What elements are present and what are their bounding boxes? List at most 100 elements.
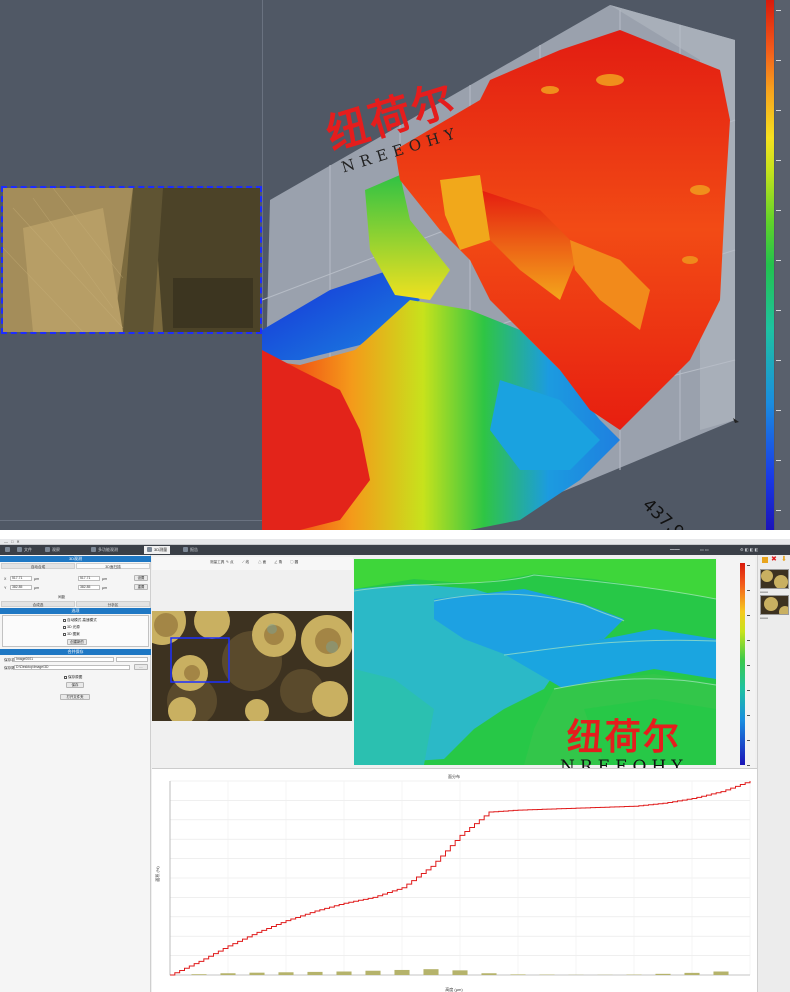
create-new-button[interactable]: 创建新的 xyxy=(67,639,87,645)
scale-tick xyxy=(747,640,750,641)
set-button[interactable]: 设置 xyxy=(134,575,148,581)
file-icon xyxy=(17,547,22,553)
save-button[interactable]: 保存 xyxy=(66,682,84,688)
software-window: —□✕ 文件 观察 多功能观测 3D测量 报告 ━━━━ ▭ ▭ ⚙ ◧ ◧ ◧… xyxy=(0,539,790,992)
ribbon-tab-bar: 文件 观察 多功能观测 3D测量 报告 ━━━━ ▭ ▭ ⚙ ◧ ◧ ◧ xyxy=(0,545,790,555)
browse-button[interactable]: … xyxy=(134,664,148,670)
surface-crater xyxy=(690,185,710,195)
y-unit: μm xyxy=(34,586,40,590)
status-indicator: ━━━━ xyxy=(670,547,680,552)
save-name-input[interactable]: Image0001 xyxy=(14,657,114,662)
scale-tick xyxy=(747,665,750,666)
scale-tick xyxy=(747,590,750,591)
report-icon xyxy=(183,547,188,553)
multi-observe-icon xyxy=(91,547,96,553)
check-3d-light[interactable]: 3D 光源 xyxy=(63,625,80,630)
scale-tick xyxy=(776,10,781,11)
y-end-input[interactable]: 382.85 xyxy=(78,585,100,590)
x-unit: μm xyxy=(34,577,40,581)
watermark-cn-bottom: 纽荷尔 xyxy=(566,716,681,758)
subtab-compose-select[interactable]: 合成选 xyxy=(1,601,75,607)
home-icon xyxy=(5,547,10,553)
observe-icon xyxy=(45,547,50,553)
check-save-original[interactable]: 保存原图 xyxy=(64,675,82,680)
section-merge-save[interactable]: 合并保存 xyxy=(0,649,151,655)
image-thumbnail[interactable] xyxy=(760,595,789,615)
tab-file[interactable]: 文件 xyxy=(14,546,35,554)
control-panel: 3D观测 自动合成 3D面扫描 X 517.71 μm 517.71 μm 设置… xyxy=(0,555,151,992)
x-label: X xyxy=(4,577,7,581)
measure-toolbar: 测量工具 ✎ 点 ⟋ 线 △ 面 ∠ 角 ◯ 圆 xyxy=(152,557,353,570)
scale-tick xyxy=(776,210,781,211)
separator xyxy=(0,530,790,539)
histogram-bar xyxy=(481,973,497,975)
height-color-scale xyxy=(766,0,774,530)
subtab-3d-scan[interactable]: 3D面扫描 xyxy=(76,563,150,569)
save-format-select[interactable] xyxy=(116,657,148,662)
histogram-bar xyxy=(336,971,352,975)
scale-tick xyxy=(776,60,781,61)
tool-line[interactable]: ⟋ 线 xyxy=(242,560,249,565)
checkbox-icon xyxy=(63,618,66,622)
histogram-bar xyxy=(191,974,207,975)
folder-icon[interactable] xyxy=(762,557,768,563)
options-group: 自动模式 高速模式 3D 光源 3D 图案 创建新的 xyxy=(2,615,149,647)
histogram-bar xyxy=(452,970,468,975)
tab-observe[interactable]: 观察 xyxy=(42,546,63,554)
histogram-bar xyxy=(220,973,236,975)
status-zoom: ▭ ▭ xyxy=(700,547,709,552)
save-path-input[interactable]: D:\Desktop\Image\3D xyxy=(14,665,130,670)
tool-point[interactable]: ✎ 点 xyxy=(226,560,234,565)
overview-thumbnail[interactable] xyxy=(1,186,262,334)
histogram-bar xyxy=(713,971,729,975)
step-label: 间距 xyxy=(58,595,66,599)
subtab-auto-compose[interactable]: 自动合成 xyxy=(1,563,75,569)
chart-y-label: 面积 (%) xyxy=(154,866,160,882)
section-3d-observe[interactable]: 3D观测 xyxy=(0,556,151,562)
scale-tick xyxy=(747,615,750,616)
scale-tick xyxy=(776,160,781,161)
height-scale-ticks xyxy=(775,0,790,530)
window-controls[interactable]: —□✕ xyxy=(4,539,788,544)
open-folder-button[interactable]: 打开文件夹 xyxy=(60,694,90,700)
tab-measure-3d[interactable]: 3D测量 xyxy=(144,546,171,554)
download-icon[interactable]: ⬇ xyxy=(781,556,787,563)
cursor-arrow-icon xyxy=(733,418,739,423)
tool-area[interactable]: △ 面 xyxy=(258,560,266,565)
bottom-height-color-scale xyxy=(740,563,745,765)
scale-tick xyxy=(776,110,781,111)
tab-report[interactable]: 报告 xyxy=(180,546,201,554)
x-end-input[interactable]: 517.71 xyxy=(78,576,100,581)
tool-angle[interactable]: ∠ 角 xyxy=(274,560,282,565)
bottom-scale-frame xyxy=(717,557,755,769)
check-3d-pattern[interactable]: 3D 图案 xyxy=(63,632,80,637)
chart-title: 面分布 xyxy=(448,773,460,779)
microscope-image[interactable] xyxy=(152,611,352,721)
scale-tick xyxy=(747,740,750,741)
histogram-bar xyxy=(394,969,410,975)
top-3d-view: 纽荷尔 NREEOHY 437.9 xyxy=(0,0,790,530)
y-end-unit: μm xyxy=(102,586,108,590)
x-input[interactable]: 517.71 xyxy=(10,576,32,581)
surface-crater xyxy=(596,74,624,86)
reset-button[interactable]: 重置 xyxy=(134,584,148,590)
scale-tick xyxy=(776,460,781,461)
status-settings-icon[interactable]: ⚙ ◧ ◧ ◧ xyxy=(740,547,758,552)
histogram-bar xyxy=(423,969,439,975)
delete-icon[interactable]: ✖ xyxy=(771,556,777,563)
y-input[interactable]: 382.85 xyxy=(10,585,32,590)
area-distribution-chart: 面分布 高度 (μm) 面积 (%) xyxy=(152,768,757,992)
subtab-analysis[interactable]: 分析区 xyxy=(76,601,150,607)
scale-tick xyxy=(747,765,750,766)
check-auto-mode[interactable]: 自动模式 高速模式 xyxy=(63,618,97,623)
scale-tick xyxy=(747,690,750,691)
histogram-bar xyxy=(278,972,294,975)
image-thumbnail[interactable] xyxy=(760,569,789,589)
section-options[interactable]: 选项 xyxy=(0,608,151,614)
tab-multi-observe[interactable]: 多功能观测 xyxy=(88,546,121,554)
histogram-bar xyxy=(510,974,526,975)
tool-circle[interactable]: ◯ 圆 xyxy=(290,560,298,565)
histogram-bar xyxy=(365,970,381,975)
checkbox-icon xyxy=(63,625,66,629)
scale-tick xyxy=(776,310,781,311)
